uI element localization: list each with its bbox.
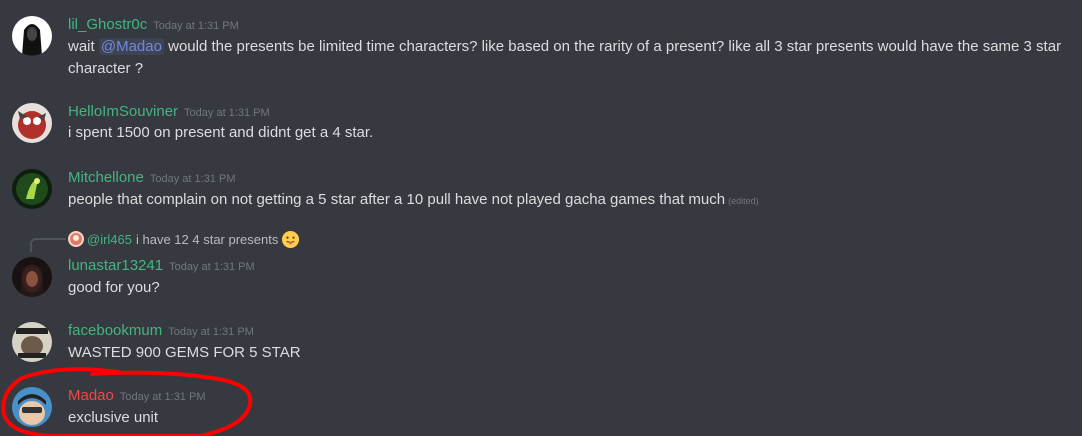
message-lunastar13241: @irl465 i have 12 4 star presents lunasta… bbox=[0, 230, 1082, 315]
message-content: good for you? bbox=[68, 279, 160, 296]
reply-spine bbox=[30, 238, 66, 252]
reply-avatar bbox=[68, 231, 84, 247]
avatar[interactable] bbox=[12, 387, 52, 427]
chat-messages: lil_Ghostr0c Today at 1:31 PM wait @Madao… bbox=[0, 0, 1082, 436]
timestamp: Today at 1:31 PM bbox=[168, 326, 254, 338]
username[interactable]: facebookmum bbox=[68, 322, 162, 339]
avatar[interactable] bbox=[12, 169, 52, 209]
username[interactable]: Madao bbox=[68, 387, 114, 404]
message-content: i spent 1500 on present and didnt get a … bbox=[68, 124, 374, 141]
timestamp: Today at 1:31 PM bbox=[153, 20, 239, 32]
timestamp: Today at 1:31 PM bbox=[119, 391, 206, 403]
timestamp: Today at 1:31 PM bbox=[149, 173, 236, 185]
username[interactable]: Mitchellone bbox=[68, 169, 144, 186]
tongue-out-emoji-icon bbox=[281, 230, 300, 249]
reply-text: i have 12 4 star presents bbox=[136, 232, 279, 247]
avatar[interactable] bbox=[12, 16, 52, 56]
message-content: exclusive unit bbox=[68, 409, 159, 426]
username[interactable]: lil_Ghostr0c bbox=[68, 16, 147, 33]
mention[interactable]: @Madao bbox=[98, 38, 164, 55]
message-content: wait @Madao would the presents be limite… bbox=[68, 38, 1062, 77]
message-facebookmum: facebookmum Today at 1:31 PM WASTED 900 G… bbox=[0, 315, 1082, 380]
username[interactable]: HelloImSouviner bbox=[68, 103, 178, 120]
message-helloimsouviner: HelloImSouviner Today at 1:31 PM i spent … bbox=[0, 95, 1082, 160]
edited-label: (edited) bbox=[728, 196, 759, 206]
reply-preview[interactable]: @irl465 i have 12 4 star presents bbox=[68, 230, 300, 249]
reply-username[interactable]: @irl465 bbox=[87, 232, 132, 247]
message-content: WASTED 900 GEMS FOR 5 STAR bbox=[68, 344, 301, 361]
timestamp: Today at 1:31 PM bbox=[169, 261, 255, 273]
timestamp: Today at 1:31 PM bbox=[184, 107, 270, 119]
username[interactable]: lunastar13241 bbox=[68, 257, 163, 274]
avatar[interactable] bbox=[12, 322, 52, 362]
avatar[interactable] bbox=[12, 103, 52, 143]
avatar[interactable] bbox=[12, 257, 52, 297]
message-lil-ghostr0c: lil_Ghostr0c Today at 1:31 PM wait @Madao… bbox=[0, 0, 1082, 95]
message-content: people that complain on not getting a 5 … bbox=[68, 191, 759, 208]
message-mitchellone: Mitchellone Today at 1:31 PM people that … bbox=[0, 160, 1082, 230]
message-madao: Madao Today at 1:31 PM exclusive unit bbox=[0, 380, 1082, 436]
